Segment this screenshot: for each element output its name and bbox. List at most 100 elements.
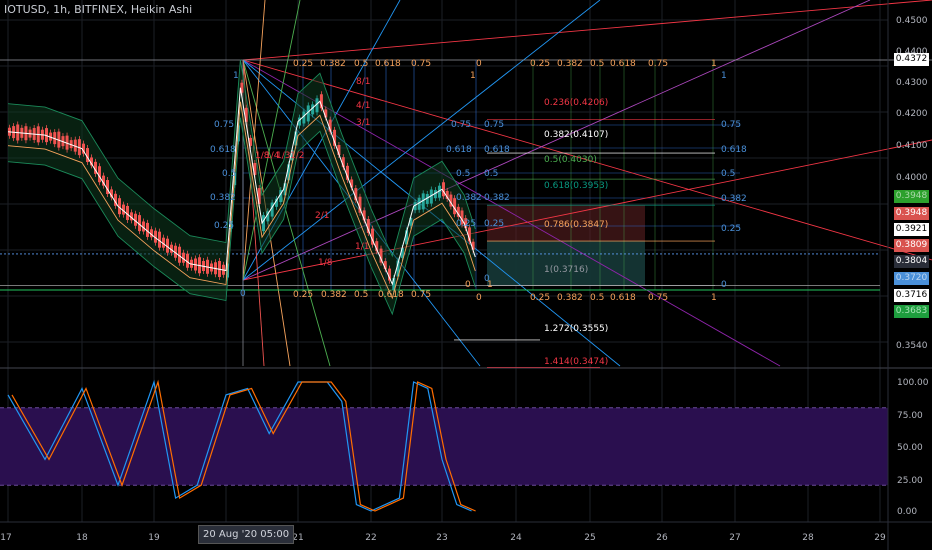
gann-label-mid: 0.5: [456, 169, 470, 179]
gann-label-left: 0: [240, 289, 246, 299]
time-axis-tick: 27: [729, 533, 740, 543]
price-axis-tick: 0.4100: [896, 141, 928, 151]
time-axis-tick: 18: [76, 533, 88, 543]
gann-label-bottom-right: 1: [711, 293, 717, 303]
gann-label-left: 0.5: [222, 169, 236, 179]
fib-level-label: 0.786(0.3847): [544, 220, 608, 230]
gann-label-top: 1: [470, 71, 476, 81]
gann-label-top: 0.25: [293, 59, 313, 69]
price-axis-tick: 0.3540: [896, 341, 928, 351]
fib-level-label: 0.382(0.4107): [544, 130, 608, 140]
gann-label-bottom-right: 0.25: [530, 293, 550, 303]
gann-label-right: 1: [721, 71, 727, 81]
price-tag: 0.3948: [894, 207, 929, 220]
gann-label-mid: 0.618: [446, 145, 472, 155]
gann-label-left: 0.618: [210, 145, 236, 155]
time-axis-tick: 19: [148, 533, 160, 543]
gann-label-top-right: 0.618: [610, 59, 636, 69]
fib-level-label: 1.414(0.3474): [544, 357, 608, 367]
gann-label-mid: 0.25: [456, 219, 476, 229]
osc-axis-tick: 100.00: [897, 378, 929, 388]
gann-label-top: 0.618: [375, 59, 401, 69]
gann-label-mid: 0.382: [456, 193, 482, 203]
gann-label-right: 0.75: [721, 120, 741, 130]
gann-label-right: 0.618: [721, 145, 747, 155]
price-tag: 0.3804: [894, 255, 929, 268]
osc-axis-tick: 50.00: [897, 443, 923, 453]
time-cursor-label: 20 Aug '20 05:00: [198, 525, 295, 544]
gann-label-top: 0.75: [411, 59, 431, 69]
gann-label-mid: 0.75: [451, 120, 471, 130]
gann-label-right: 0: [721, 280, 727, 290]
price-tag: 0.3716: [894, 289, 929, 302]
fib-level-label: 1.272(0.3555): [544, 324, 608, 334]
gann-label-right: 0.382: [721, 194, 747, 204]
fan-label: 8/1: [356, 77, 370, 87]
fan-label: 2/1: [315, 211, 329, 221]
gann-label-bottom-right: 0.75: [648, 293, 668, 303]
gann-label-mid: 0.25: [484, 219, 504, 229]
osc-axis-tick: 25.00: [897, 476, 923, 486]
gann-label-top: 0.5: [354, 59, 368, 69]
fib-level-label: 1(0.3716): [544, 265, 588, 275]
gann-label-top-right: 1: [711, 59, 717, 69]
fan-label: 4/1: [356, 101, 370, 111]
time-axis-tick: 28: [802, 533, 814, 543]
fan-label: 1/1: [355, 242, 369, 252]
fib-level-label: 0.236(0.4206): [544, 98, 608, 108]
time-axis-tick: 22: [365, 533, 376, 543]
gann-label-mid: 0.5: [484, 169, 498, 179]
price-axis-tick: 0.4300: [896, 78, 928, 88]
gann-label-mid: 0: [484, 274, 490, 284]
gann-label-bottom-right: 0.5: [590, 293, 604, 303]
gann-label-left: 0.382: [210, 193, 236, 203]
gann-label-left: 1: [233, 71, 239, 81]
price-tag: 0.3948: [894, 190, 929, 203]
fib-level-label: 0.618(0.3953): [544, 181, 608, 191]
time-axis-tick: 26: [656, 533, 668, 543]
gann-label-left: 0.25: [214, 221, 234, 231]
gann-label-bottom-right: 0: [476, 293, 482, 303]
osc-axis-tick: 75.00: [897, 411, 923, 421]
gann-label-top: 0: [476, 59, 482, 69]
gann-label-top-right: 0.25: [530, 59, 550, 69]
gann-label-left: 0.75: [214, 120, 234, 130]
price-tag: 0.4372: [894, 53, 929, 66]
time-axis-tick: 23: [436, 533, 447, 543]
gann-label-bottom-right: 0.618: [610, 293, 636, 303]
fib-teal-zone: [487, 241, 645, 286]
time-axis-tick: 24: [510, 533, 522, 543]
gann-label-mid: 0.382: [484, 193, 510, 203]
chart-canvas[interactable]: 0.236(0.4206) 0.382(0.4107) 0.5(0.4030) 0.6…: [0, 0, 932, 550]
fan-label: 3/1: [356, 118, 370, 128]
fan-label: 1/2: [290, 151, 304, 161]
gann-label-bottom: 0: [465, 280, 471, 290]
gann-label-bottom-right: 0.382: [557, 293, 583, 303]
price-tag: 0.3809: [894, 239, 929, 252]
time-axis-tick: 25: [584, 533, 595, 543]
price-tag: 0.3921: [894, 223, 929, 236]
gann-label-bottom: 0.382: [321, 290, 347, 300]
time-axis-tick: 17: [0, 533, 11, 543]
gann-label-bottom: 0.5: [354, 290, 368, 300]
price-axis-tick: 0.4200: [896, 109, 928, 119]
price-tag: 0.3683: [894, 305, 929, 318]
gann-label-right: 0.5: [721, 169, 735, 179]
gann-label-top-right: 0.75: [648, 59, 668, 69]
gann-label-mid: 0.618: [484, 145, 510, 155]
gann-label-mid: 0.75: [484, 120, 504, 130]
gann-label-top: 0.382: [320, 59, 346, 69]
gann-label-bottom: 0.75: [411, 290, 431, 300]
fan-label: 1/3: [276, 151, 290, 161]
gann-label-top-right: 0.382: [557, 59, 583, 69]
price-axis-tick: 0.4000: [896, 173, 928, 183]
chart-title: IOTUSD, 1h, BITFINEX, Heikin Ashi: [4, 3, 193, 16]
gann-label-top-right: 0.5: [590, 59, 604, 69]
gann-label-bottom: 0.618: [378, 290, 404, 300]
time-axis-tick: 29: [874, 533, 886, 543]
fib-level-label: 0.5(0.4030): [544, 155, 597, 165]
price-tag: 0.3720: [894, 272, 929, 285]
gann-label-right: 0.25: [721, 224, 741, 234]
price-axis-tick: 0.4500: [896, 16, 928, 26]
fan-label: 1/8: [318, 258, 333, 268]
